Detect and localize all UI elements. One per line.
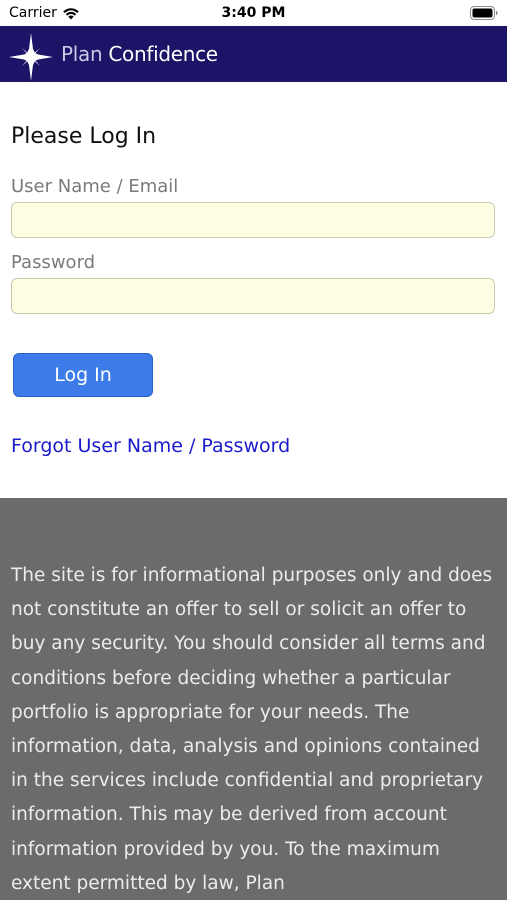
north-star-logo-icon	[9, 33, 53, 81]
brand-word-plan: Plan	[61, 42, 103, 66]
status-bar: Carrier 3:40 PM	[0, 0, 507, 26]
forgot-credentials-link[interactable]: Forgot User Name / Password	[11, 435, 290, 457]
username-input[interactable]	[11, 202, 495, 238]
page-title: Please Log In	[11, 124, 157, 149]
password-label: Password	[11, 252, 96, 273]
app-header: Plan Confidence	[0, 26, 507, 82]
log-in-button[interactable]: Log In	[13, 353, 153, 397]
battery-icon	[470, 6, 498, 20]
brand-wordmark: Plan Confidence	[61, 42, 218, 66]
password-input[interactable]	[11, 278, 495, 314]
disclaimer-section: The site is for informational purposes o…	[0, 498, 507, 900]
brand-word-confidence: Confidence	[108, 42, 218, 66]
username-label: User Name / Email	[11, 176, 179, 197]
clock: 3:40 PM	[221, 5, 286, 21]
disclaimer-text: The site is for informational purposes o…	[11, 565, 493, 894]
